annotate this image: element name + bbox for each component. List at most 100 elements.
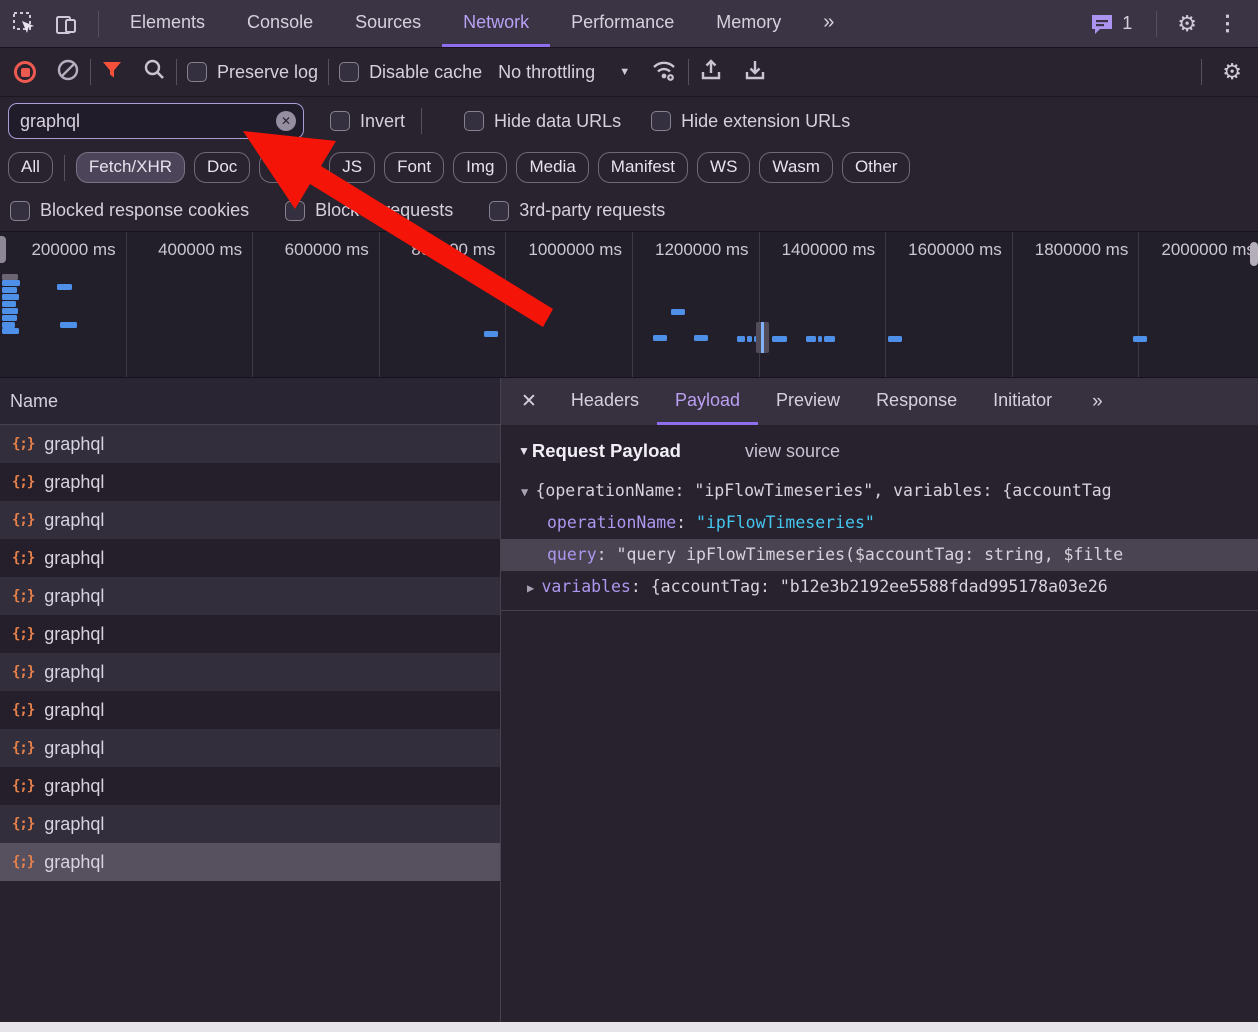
network-overview-timeline[interactable]: 200000 ms400000 ms600000 ms800000 ms1000… (0, 232, 1258, 378)
waterfall-bar (653, 335, 667, 341)
filter-chip-ws[interactable]: WS (697, 152, 750, 183)
collapse-triangle-icon[interactable]: ▼ (518, 444, 530, 458)
request-payload-title: Request Payload (532, 440, 681, 462)
json-icon: {;} (12, 588, 34, 604)
filter-chip-font[interactable]: Font (384, 152, 444, 183)
settings-gear-icon[interactable]: ⚙ (1167, 11, 1207, 37)
filter-chip-fetch-xhr[interactable]: Fetch/XHR (76, 152, 185, 183)
request-row[interactable]: {;}graphql (0, 805, 500, 843)
tab-sources[interactable]: Sources (334, 0, 442, 47)
hide-extension-urls-checkbox[interactable]: Hide extension URLs (651, 111, 850, 132)
request-row[interactable]: {;}graphql (0, 425, 500, 463)
filter-chip-js[interactable]: JS (329, 152, 375, 183)
filter-input[interactable] (8, 103, 304, 139)
tab-elements[interactable]: Elements (109, 0, 226, 47)
request-row[interactable]: {;}graphql (0, 653, 500, 691)
details-tabbar: ✕ HeadersPayloadPreviewResponseInitiator… (501, 378, 1258, 425)
hide-data-urls-checkbox[interactable]: Hide data URLs (464, 111, 621, 132)
request-row[interactable]: {;}graphql (0, 577, 500, 615)
blocked-requests-checkbox[interactable]: Blocked requests (285, 200, 453, 221)
filter-chip-img[interactable]: Img (453, 152, 507, 183)
request-type-chips: All Fetch/XHR Doc CSS JS Font Img Media Manifest… (0, 145, 1258, 190)
filter-chip-doc[interactable]: Doc (194, 152, 250, 183)
disable-cache-checkbox[interactable]: Disable cache (339, 62, 482, 83)
clear-network-log-button[interactable] (56, 58, 80, 87)
filter-chip-css[interactable]: CSS (259, 152, 320, 183)
checkbox[interactable] (339, 62, 359, 82)
search-icon[interactable] (143, 58, 166, 86)
request-row[interactable]: {;}graphql (0, 691, 500, 729)
divider (90, 59, 91, 85)
request-row[interactable]: {;}graphql (0, 615, 500, 653)
checkbox[interactable] (489, 201, 509, 221)
divider (1156, 11, 1157, 37)
checkbox[interactable] (285, 201, 305, 221)
preserve-log-checkbox[interactable]: Preserve log (187, 62, 318, 83)
import-har-icon[interactable] (699, 57, 723, 87)
devtools-window: ElementsConsoleSourcesNetworkPerformance… (0, 0, 1258, 1032)
throttling-dropdown[interactable]: No throttling ▼ (498, 62, 630, 83)
filter-chip-wasm[interactable]: Wasm (759, 152, 833, 183)
request-row[interactable]: {;}graphql (0, 767, 500, 805)
payload-tree: ▼ {operationName: "ipFlowTimeseries", va… (501, 475, 1258, 603)
filter-chip-media[interactable]: Media (516, 152, 588, 183)
view-source-link[interactable]: view source (745, 441, 840, 462)
more-tabs-button[interactable]: » (802, 0, 855, 47)
window-bottom-edge (0, 1022, 1258, 1032)
export-har-icon[interactable] (743, 57, 767, 87)
request-row[interactable]: {;}graphql (0, 539, 500, 577)
detail-tab-payload[interactable]: Payload (657, 378, 758, 425)
issues-counter[interactable]: 1 (1090, 13, 1132, 35)
tab-network[interactable]: Network (442, 0, 550, 47)
3rd-party-requests-checkbox[interactable]: 3rd-party requests (489, 200, 665, 221)
checkbox[interactable] (187, 62, 207, 82)
scrollbar-thumb[interactable] (1250, 242, 1258, 266)
waterfall-bar (60, 322, 77, 328)
checkbox[interactable] (464, 111, 484, 131)
payload-line[interactable]: ▼ {operationName: "ipFlowTimeseries", va… (501, 475, 1258, 507)
filter-chip-other[interactable]: Other (842, 152, 911, 183)
detail-tab-response[interactable]: Response (858, 378, 975, 425)
detail-tab-headers[interactable]: Headers (553, 378, 657, 425)
filter-row: ✕ Invert Hide data URLs Hide extension U… (0, 97, 1258, 145)
filter-chip-all[interactable]: All (8, 152, 53, 183)
record-network-log-button[interactable] (14, 61, 36, 83)
checkbox[interactable] (10, 201, 30, 221)
tab-memory[interactable]: Memory (695, 0, 802, 47)
kebab-menu-icon[interactable]: ⋮ (1207, 11, 1248, 36)
payload-line[interactable]: ▶ variables: {accountTag: "b12e3b2192ee5… (501, 571, 1258, 603)
scrollbar-thumb[interactable] (0, 236, 6, 263)
request-row[interactable]: {;}graphql (0, 843, 500, 881)
inspect-element-icon[interactable] (12, 11, 38, 37)
clear-filter-icon[interactable]: ✕ (276, 111, 296, 131)
blocked-response-cookies-checkbox[interactable]: Blocked response cookies (10, 200, 249, 221)
request-name: graphql (44, 738, 104, 759)
request-row[interactable]: {;}graphql (0, 463, 500, 501)
network-conditions-icon[interactable] (650, 57, 678, 88)
close-details-icon[interactable]: ✕ (501, 378, 553, 425)
payload-line[interactable]: operationName: "ipFlowTimeseries" (501, 507, 1258, 539)
divider (328, 59, 329, 85)
device-toolbar-icon[interactable] (54, 11, 80, 37)
name-column-header[interactable]: Name (0, 378, 500, 425)
detail-tab-initiator[interactable]: Initiator (975, 378, 1070, 425)
tab-console[interactable]: Console (226, 0, 334, 47)
invert-checkbox[interactable]: Invert (330, 111, 405, 132)
filter-chip-manifest[interactable]: Manifest (598, 152, 688, 183)
network-settings-gear-icon[interactable]: ⚙ (1212, 59, 1252, 85)
json-icon: {;} (12, 436, 34, 452)
waterfall-bar (806, 336, 816, 342)
filter-funnel-icon[interactable] (101, 59, 123, 86)
detail-tab-preview[interactable]: Preview (758, 378, 858, 425)
request-row[interactable]: {;}graphql (0, 729, 500, 767)
checkbox[interactable] (330, 111, 350, 131)
waterfall-bar (2, 287, 17, 293)
waterfall-bar (2, 294, 19, 300)
checkbox[interactable] (651, 111, 671, 131)
tab-performance[interactable]: Performance (550, 0, 695, 47)
request-row[interactable]: {;}graphql (0, 501, 500, 539)
more-details-tabs-button[interactable]: » (1078, 378, 1117, 425)
divider (64, 155, 65, 181)
payload-line[interactable]: query: "query ipFlowTimeseries($accountT… (501, 539, 1258, 571)
timeline-tick: 400000 ms (127, 232, 254, 377)
